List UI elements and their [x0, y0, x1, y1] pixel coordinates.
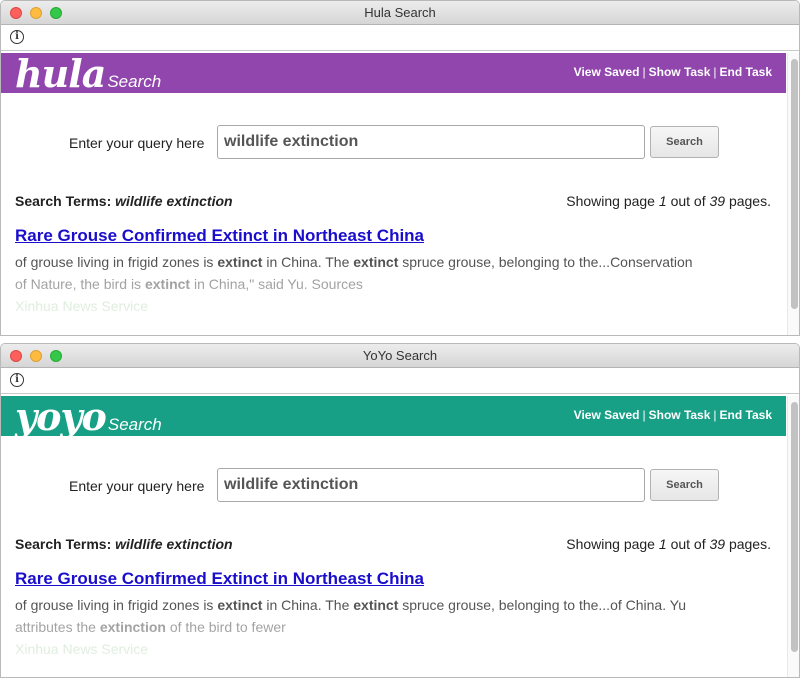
header-nav: View Saved | Show Task | End Task	[574, 408, 772, 422]
paging-total: 39	[709, 193, 726, 209]
scrollbar-thumb[interactable]	[791, 402, 798, 652]
paging-status: Showing page 1 out of 39 pages.	[566, 193, 771, 209]
window-title: YoYo Search	[362, 348, 438, 363]
paging-total: 39	[709, 536, 726, 552]
paging-suffix: pages.	[728, 193, 771, 209]
search-button[interactable]: Search	[650, 469, 719, 501]
title-bar: YoYo Search	[1, 344, 799, 368]
result-snippet: of grouse living in frigid zones is exti…	[15, 251, 775, 295]
result-snippet: of grouse living in frigid zones is exti…	[15, 594, 775, 638]
paging-prefix: Showing page	[566, 193, 655, 209]
logo: hula Search	[15, 51, 161, 96]
snippet-highlight: extinct	[217, 597, 263, 613]
logo-subtitle: Search	[107, 415, 162, 434]
paging-suffix: pages.	[728, 536, 771, 552]
scrollbar[interactable]	[787, 396, 799, 677]
snippet-highlight: extinct	[144, 276, 191, 292]
header-banner: hula Search View Saved | Show Task | End Task	[1, 51, 786, 96]
search-terms-value: wildlife extinction	[115, 536, 233, 552]
window-title: Hula Search	[364, 5, 436, 20]
snippet-text: of grouse living in frigid zones is	[15, 254, 218, 270]
end-task-link[interactable]: End Task	[720, 65, 772, 79]
logo-wordmark: yoyo	[15, 394, 107, 439]
show-task-link[interactable]: Show Task	[649, 408, 711, 422]
page-content: yoyo Search View Saved | Show Task | End Task…	[1, 394, 786, 677]
paging-status: Showing page 1 out of 39 pages.	[566, 536, 771, 552]
paging-middle: out of	[670, 193, 706, 209]
page-content: hula Search View Saved | Show Task | End Task…	[1, 51, 786, 335]
snippet-text: of grouse living in frigid zones is	[15, 597, 218, 613]
paging-middle: out of	[670, 536, 706, 552]
query-label: Enter your query here	[69, 135, 205, 151]
snippet-highlight: extinct	[353, 254, 399, 270]
result-source: Xinhua News Service	[15, 641, 149, 657]
snippet-highlight: extinction	[99, 619, 166, 635]
end-task-link[interactable]: End Task	[720, 408, 772, 422]
search-terms: Search Terms: wildlife extinction	[15, 536, 233, 552]
snippet-text: spruce grouse, belonging to the...Conser…	[398, 254, 693, 270]
info-icon[interactable]: i	[10, 373, 24, 387]
scrollbar[interactable]	[787, 53, 799, 335]
header-banner: yoyo Search View Saved | Show Task | End Task	[1, 394, 786, 439]
search-input[interactable]	[217, 468, 645, 502]
search-input[interactable]	[217, 125, 645, 159]
info-icon[interactable]: i	[10, 30, 24, 44]
snippet-highlight: extinct	[353, 597, 399, 613]
scrollbar-thumb[interactable]	[791, 59, 798, 309]
result-title-link[interactable]: Rare Grouse Confirmed Extinct in Northea…	[15, 569, 424, 589]
browser-window-hula: Hula Search i hula Search View Saved | Show…	[0, 0, 800, 336]
address-bar[interactable]: i	[1, 25, 799, 51]
query-row: Enter your query here Search	[1, 125, 786, 161]
snippet-text: of the bird to fewer	[165, 619, 286, 635]
header-nav: View Saved | Show Task | End Task	[574, 65, 772, 79]
snippet-line: of grouse living in frigid zones is exti…	[15, 594, 775, 616]
address-bar[interactable]: i	[1, 368, 799, 394]
title-bar: Hula Search	[1, 1, 799, 25]
search-terms-value: wildlife extinction	[115, 193, 233, 209]
snippet-highlight: extinct	[217, 254, 263, 270]
snippet-text: in China. The	[262, 597, 354, 613]
paging-current: 1	[658, 536, 667, 552]
view-saved-link[interactable]: View Saved	[574, 408, 640, 422]
snippet-line: of grouse living in frigid zones is exti…	[15, 251, 775, 273]
nav-separator: |	[642, 65, 646, 79]
logo: yoyo Search	[15, 394, 162, 439]
search-terms-label: Search Terms:	[15, 193, 112, 209]
snippet-text: attributes the	[15, 619, 100, 635]
snippet-line: attributes the extinction of the bird to…	[15, 616, 775, 638]
nav-separator: |	[642, 408, 646, 422]
paging-prefix: Showing page	[566, 536, 655, 552]
query-row: Enter your query here Search	[1, 468, 786, 504]
snippet-line: of Nature, the bird is extinct in China,…	[15, 273, 775, 295]
result-title-link[interactable]: Rare Grouse Confirmed Extinct in Northea…	[15, 226, 424, 246]
search-terms: Search Terms: wildlife extinction	[15, 193, 233, 209]
show-task-link[interactable]: Show Task	[649, 65, 711, 79]
search-button[interactable]: Search	[650, 126, 719, 158]
query-label: Enter your query here	[69, 478, 205, 494]
snippet-text: spruce grouse, belonging to the...of Chi…	[398, 597, 687, 613]
view-saved-link[interactable]: View Saved	[574, 65, 640, 79]
logo-subtitle: Search	[107, 72, 162, 91]
nav-separator: |	[713, 408, 717, 422]
logo-wordmark: hula	[15, 51, 106, 96]
snippet-text: in China," said Yu. Sources	[190, 276, 363, 292]
snippet-text: of Nature, the bird is	[15, 276, 145, 292]
paging-current: 1	[658, 193, 667, 209]
result-source: Xinhua News Service	[15, 298, 149, 314]
nav-separator: |	[713, 65, 717, 79]
snippet-text: in China. The	[262, 254, 354, 270]
search-terms-label: Search Terms:	[15, 536, 112, 552]
browser-window-yoyo: YoYo Search i yoyo Search View Saved | Show…	[0, 343, 800, 678]
